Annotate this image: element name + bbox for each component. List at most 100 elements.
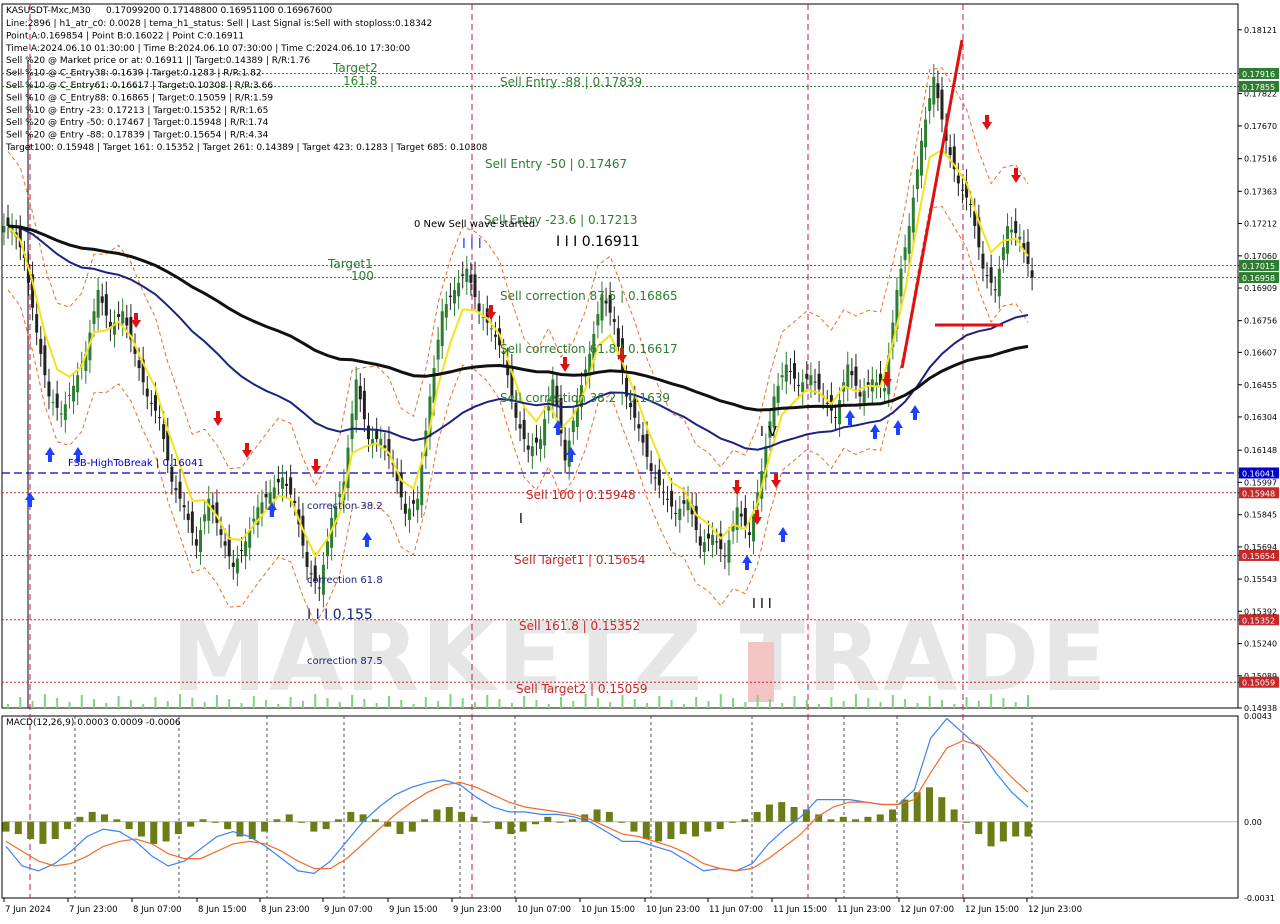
- macd-hist-bar: [137, 821, 145, 837]
- macd-hist-bar: [925, 787, 933, 822]
- candle-body: [919, 140, 923, 176]
- time-tick-label-11: 11 Jun 07:00: [709, 905, 763, 915]
- time-tick-label-8: 10 Jun 07:00: [517, 905, 571, 915]
- macd-hist-bar: [544, 816, 552, 822]
- level-label-11: Sell Target2 | 0.15059: [516, 682, 648, 696]
- candle-body: [924, 119, 928, 148]
- candle-body: [706, 533, 710, 539]
- candle-body: [903, 247, 907, 261]
- price-tick-label-0: 0.18121: [1244, 26, 1277, 35]
- candle-body: [899, 268, 903, 297]
- macd-hist-bar: [507, 821, 515, 835]
- macd-hist-bar: [433, 809, 441, 822]
- macd-hist-bar: [285, 814, 293, 822]
- candle-body: [563, 439, 567, 461]
- macd-hist-bar: [864, 816, 872, 822]
- macd-title: MACD(12,26,9) 0.0003 0.0009 -0.0006: [6, 718, 181, 728]
- time-tick-label-7: 9 Jun 23:00: [453, 905, 502, 915]
- time-tick-label-9: 10 Jun 15:00: [581, 905, 635, 915]
- macd-hist-bar: [618, 821, 626, 823]
- macd-hist-bar: [482, 821, 490, 823]
- candle-body: [121, 311, 125, 324]
- macd-tick-label-2: -0.0031: [1244, 894, 1275, 903]
- macd-tick-label-1: 0.00: [1244, 818, 1262, 827]
- watermark-accent: [748, 642, 774, 702]
- candle-body: [362, 390, 366, 420]
- candle-body: [47, 381, 51, 397]
- candle-body: [514, 402, 518, 418]
- info-line-6: Sell %10 @ C_Entry88: 0.16865 | Target:0…: [6, 93, 273, 103]
- candle-body: [674, 512, 678, 514]
- macd-hist-bar: [913, 792, 921, 822]
- price-tag-text-6: 0.15654: [1242, 552, 1275, 561]
- target2-label: Target2: [332, 61, 378, 75]
- macd-hist-bar: [39, 821, 47, 844]
- candle-body: [993, 289, 997, 291]
- info-line-5: Sell %10 @ C_Entry61: 0.16617 | Target:0…: [6, 81, 273, 91]
- macd-hist-bar: [495, 821, 503, 830]
- price-axis: 0.181210.179160.178550.178220.176700.175…: [1237, 4, 1279, 713]
- candle-body: [596, 314, 600, 326]
- price-tick-label-7: 0.17212: [1244, 219, 1277, 228]
- candle-body: [784, 364, 788, 382]
- candle-body: [1001, 247, 1005, 261]
- macd-hist-bar: [938, 797, 946, 822]
- target2-sub: 161.8: [343, 74, 377, 88]
- candle-body: [715, 541, 719, 543]
- candle-body: [305, 552, 309, 567]
- candle-body: [666, 498, 670, 500]
- candle-body: [739, 513, 743, 517]
- candle-body: [694, 505, 698, 531]
- macd-hist-bar: [692, 821, 700, 837]
- price-tick-label-15: 0.16304: [1244, 413, 1277, 422]
- candle-body: [403, 503, 407, 514]
- candle-body: [293, 500, 297, 504]
- candle-body: [526, 445, 530, 450]
- macd-hist-bar: [950, 809, 958, 822]
- macd-hist-bar: [273, 819, 281, 822]
- candle-body: [858, 392, 862, 397]
- macd-hist-bar: [827, 819, 835, 822]
- ohlc-values: 0.17099200 0.17148800 0.16951100 0.16967…: [106, 6, 332, 16]
- macd-hist-bar: [458, 811, 466, 822]
- candle-body: [1014, 221, 1018, 234]
- price-tag-text-2: 0.17015: [1242, 262, 1275, 271]
- macd-hist-bar: [889, 809, 897, 822]
- candle-body: [260, 502, 264, 514]
- macd-hist-bar: [199, 819, 207, 822]
- time-tick-label-13: 11 Jun 23:00: [837, 905, 891, 915]
- macd-hist-bar: [630, 821, 638, 832]
- candle-body: [158, 417, 162, 419]
- macd-hist-bar: [1012, 821, 1020, 837]
- candle-body: [539, 439, 543, 450]
- candle-body: [743, 507, 747, 526]
- candle-body: [776, 385, 780, 403]
- candle-body: [137, 360, 141, 369]
- price-tick-label-12: 0.16756: [1244, 317, 1277, 326]
- candle-body: [338, 493, 342, 498]
- time-tick-label-5: 9 Jun 07:00: [324, 905, 373, 915]
- level-label-7: FSB-HighToBreak | 0.16041: [68, 458, 204, 469]
- candle-body: [235, 558, 239, 574]
- candle-body: [948, 147, 952, 155]
- info-line-2: Time A:2024.06.10 01:30:00 | Time B:2024…: [5, 44, 410, 54]
- candle-body: [465, 268, 469, 283]
- candle-body: [383, 445, 387, 448]
- wave-count-mark-3: I: [519, 512, 523, 527]
- candle-body: [92, 311, 96, 325]
- macd-hist-bar: [470, 816, 478, 822]
- candle-body: [1010, 229, 1014, 233]
- candle-body: [956, 175, 960, 184]
- price-tick-label-11: 0.16909: [1244, 284, 1277, 293]
- macd-hist-bar: [445, 807, 453, 822]
- macd-hist-bar: [962, 821, 970, 823]
- candle-body: [63, 404, 67, 420]
- time-tick-label-4: 8 Jun 23:00: [261, 905, 310, 915]
- macd-hist-bar: [322, 821, 330, 830]
- macd-hist-bar: [1024, 821, 1032, 837]
- candle-body: [448, 295, 452, 298]
- candle-body: [207, 498, 211, 521]
- candle-body: [534, 437, 538, 443]
- macd-hist-bar: [298, 821, 306, 823]
- candle-body: [723, 555, 727, 557]
